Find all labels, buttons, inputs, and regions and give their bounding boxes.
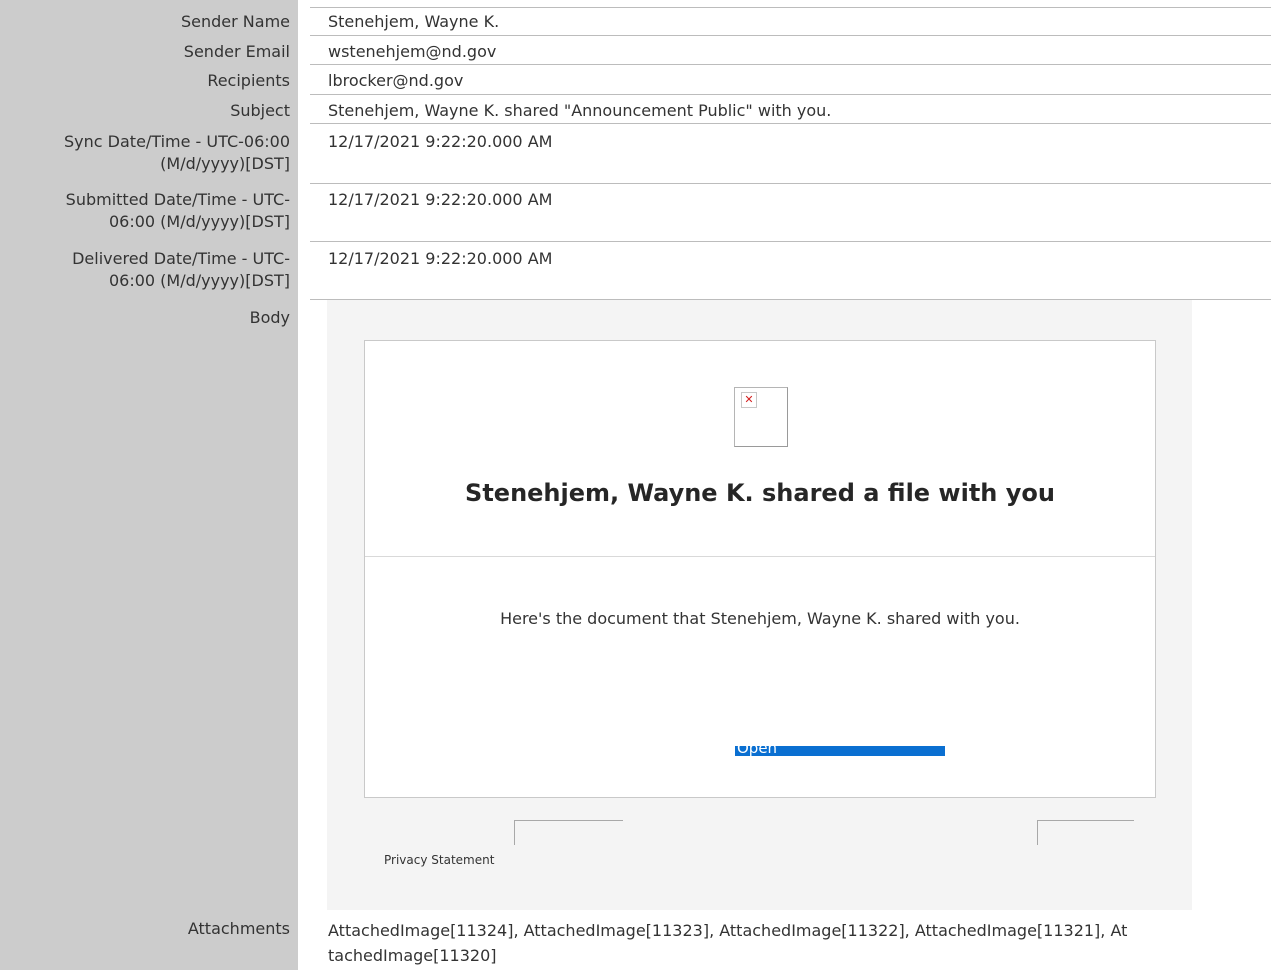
submitted-datetime-cell: 12/17/2021 9:22:20.000 AM (310, 184, 1271, 242)
sync-datetime-label: Sync Date/Time - UTC-06:00 (M/d/yyyy)[DS… (0, 131, 290, 175)
sender-email-value: wstenehjem@nd.gov (328, 42, 497, 61)
open-button-label: Open (737, 746, 778, 756)
sender-email-row: Sender Email wstenehjem@nd.gov (0, 36, 1271, 65)
subject-label: Subject (230, 101, 290, 120)
recipients-row: Recipients lbrocker@nd.gov (0, 65, 1271, 95)
attachments-line2: tachedImage[11320] (328, 946, 497, 965)
footer-image-placeholder-left (514, 820, 623, 845)
image-error-icon: ✕ (741, 392, 757, 408)
submitted-datetime-label: Submitted Date/Time - UTC- 06:00 (M/d/yy… (0, 189, 290, 233)
recipients-label: Recipients (207, 71, 290, 90)
open-button[interactable]: Open (735, 746, 945, 756)
subject-cell: Stenehjem, Wayne K. shared "Announcement… (310, 95, 1271, 124)
sender-name-label: Sender Name (180, 12, 290, 31)
top-divider (310, 7, 1271, 8)
footer-image-placeholder-right (1037, 820, 1134, 845)
sender-name-cell: Stenehjem, Wayne K. (310, 9, 1271, 36)
submitted-datetime-row: Submitted Date/Time - UTC- 06:00 (M/d/yy… (0, 184, 1271, 242)
recipients-cell: lbrocker@nd.gov (310, 65, 1271, 95)
broken-image-icon: ✕ (734, 387, 788, 447)
attachments-label: Attachments (187, 919, 290, 938)
sync-datetime-value: 12/17/2021 9:22:20.000 AM (328, 132, 553, 151)
sender-email-label: Sender Email (183, 42, 290, 61)
privacy-statement-link[interactable]: Privacy Statement (384, 853, 494, 867)
sender-name-row: Sender Name Stenehjem, Wayne K. (0, 9, 1271, 36)
sync-datetime-cell: 12/17/2021 9:22:20.000 AM (310, 124, 1271, 184)
delivered-datetime-label: Delivered Date/Time - UTC- 06:00 (M/d/yy… (0, 248, 290, 292)
delivered-datetime-row: Delivered Date/Time - UTC- 06:00 (M/d/yy… (0, 242, 1271, 300)
shared-document-message: Here's the document that Stenehjem, Wayn… (500, 609, 1020, 628)
sender-name-value: Stenehjem, Wayne K. (328, 12, 500, 31)
shared-file-heading: Stenehjem, Wayne K. shared a file with y… (465, 479, 1055, 507)
delivered-datetime-cell: 12/17/2021 9:22:20.000 AM (310, 242, 1271, 300)
submitted-datetime-label-line2: 06:00 (M/d/yyyy)[DST] (108, 212, 290, 231)
email-body-preview: ✕ Stenehjem, Wayne K. shared a file with… (327, 300, 1192, 910)
subject-row: Subject Stenehjem, Wayne K. shared "Anno… (0, 95, 1271, 124)
submitted-datetime-label-line1: Submitted Date/Time - UTC- (65, 190, 290, 209)
attachments-value: AttachedImage[11324], AttachedImage[1132… (328, 918, 1127, 968)
delivered-datetime-label-line2: 06:00 (M/d/yyyy)[DST] (108, 271, 290, 290)
delivered-datetime-label-line1: Delivered Date/Time - UTC- (72, 249, 290, 268)
share-card: ✕ Stenehjem, Wayne K. shared a file with… (364, 340, 1156, 798)
delivered-datetime-value: 12/17/2021 9:22:20.000 AM (328, 249, 553, 268)
sync-datetime-label-line1: Sync Date/Time - UTC-06:00 (64, 132, 290, 151)
body-label: Body (249, 308, 290, 327)
sync-datetime-row: Sync Date/Time - UTC-06:00 (M/d/yyyy)[DS… (0, 124, 1271, 184)
sync-datetime-label-line2: (M/d/yyyy)[DST] (160, 154, 290, 173)
attachments-line1: AttachedImage[11324], AttachedImage[1132… (328, 921, 1128, 940)
submitted-datetime-value: 12/17/2021 9:22:20.000 AM (328, 190, 553, 209)
subject-value: Stenehjem, Wayne K. shared "Announcement… (328, 101, 832, 120)
recipients-value: lbrocker@nd.gov (328, 71, 464, 90)
sender-email-cell: wstenehjem@nd.gov (310, 36, 1271, 65)
share-card-header: ✕ Stenehjem, Wayne K. shared a file with… (365, 341, 1155, 557)
